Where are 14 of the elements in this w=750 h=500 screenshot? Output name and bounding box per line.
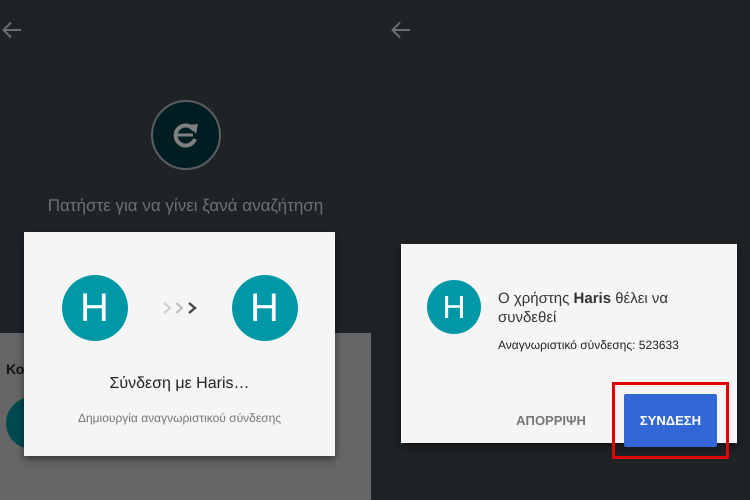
request-message: Ο χρήστης Haris θέλει να συνδεθεί [498, 289, 670, 327]
dialog-subtitle: Δημιουργία αναγνωριστικού σύνδεσης [78, 411, 282, 425]
connection-code: Αναγνωριστικό σύνδεσης: 523633 [498, 338, 680, 352]
connect-button[interactable]: ΣΥΝΔΕΣΗ [624, 394, 717, 447]
sheet-title: Κο [6, 361, 24, 377]
reject-button[interactable]: ΑΠΟΡΡΙΨΗ [512, 394, 590, 447]
search-hint: Πατήστε για να γίνει ξανά αναζήτηση [48, 196, 324, 216]
dialog-title: Σύνδεση με Haris… [109, 375, 250, 393]
avatar: H [232, 275, 298, 341]
back-arrow-icon[interactable] [2, 21, 22, 39]
back-arrow-icon[interactable] [391, 21, 411, 39]
avatar: H [427, 280, 481, 334]
chevrons-icon [162, 301, 198, 315]
avatar: H [62, 275, 128, 341]
